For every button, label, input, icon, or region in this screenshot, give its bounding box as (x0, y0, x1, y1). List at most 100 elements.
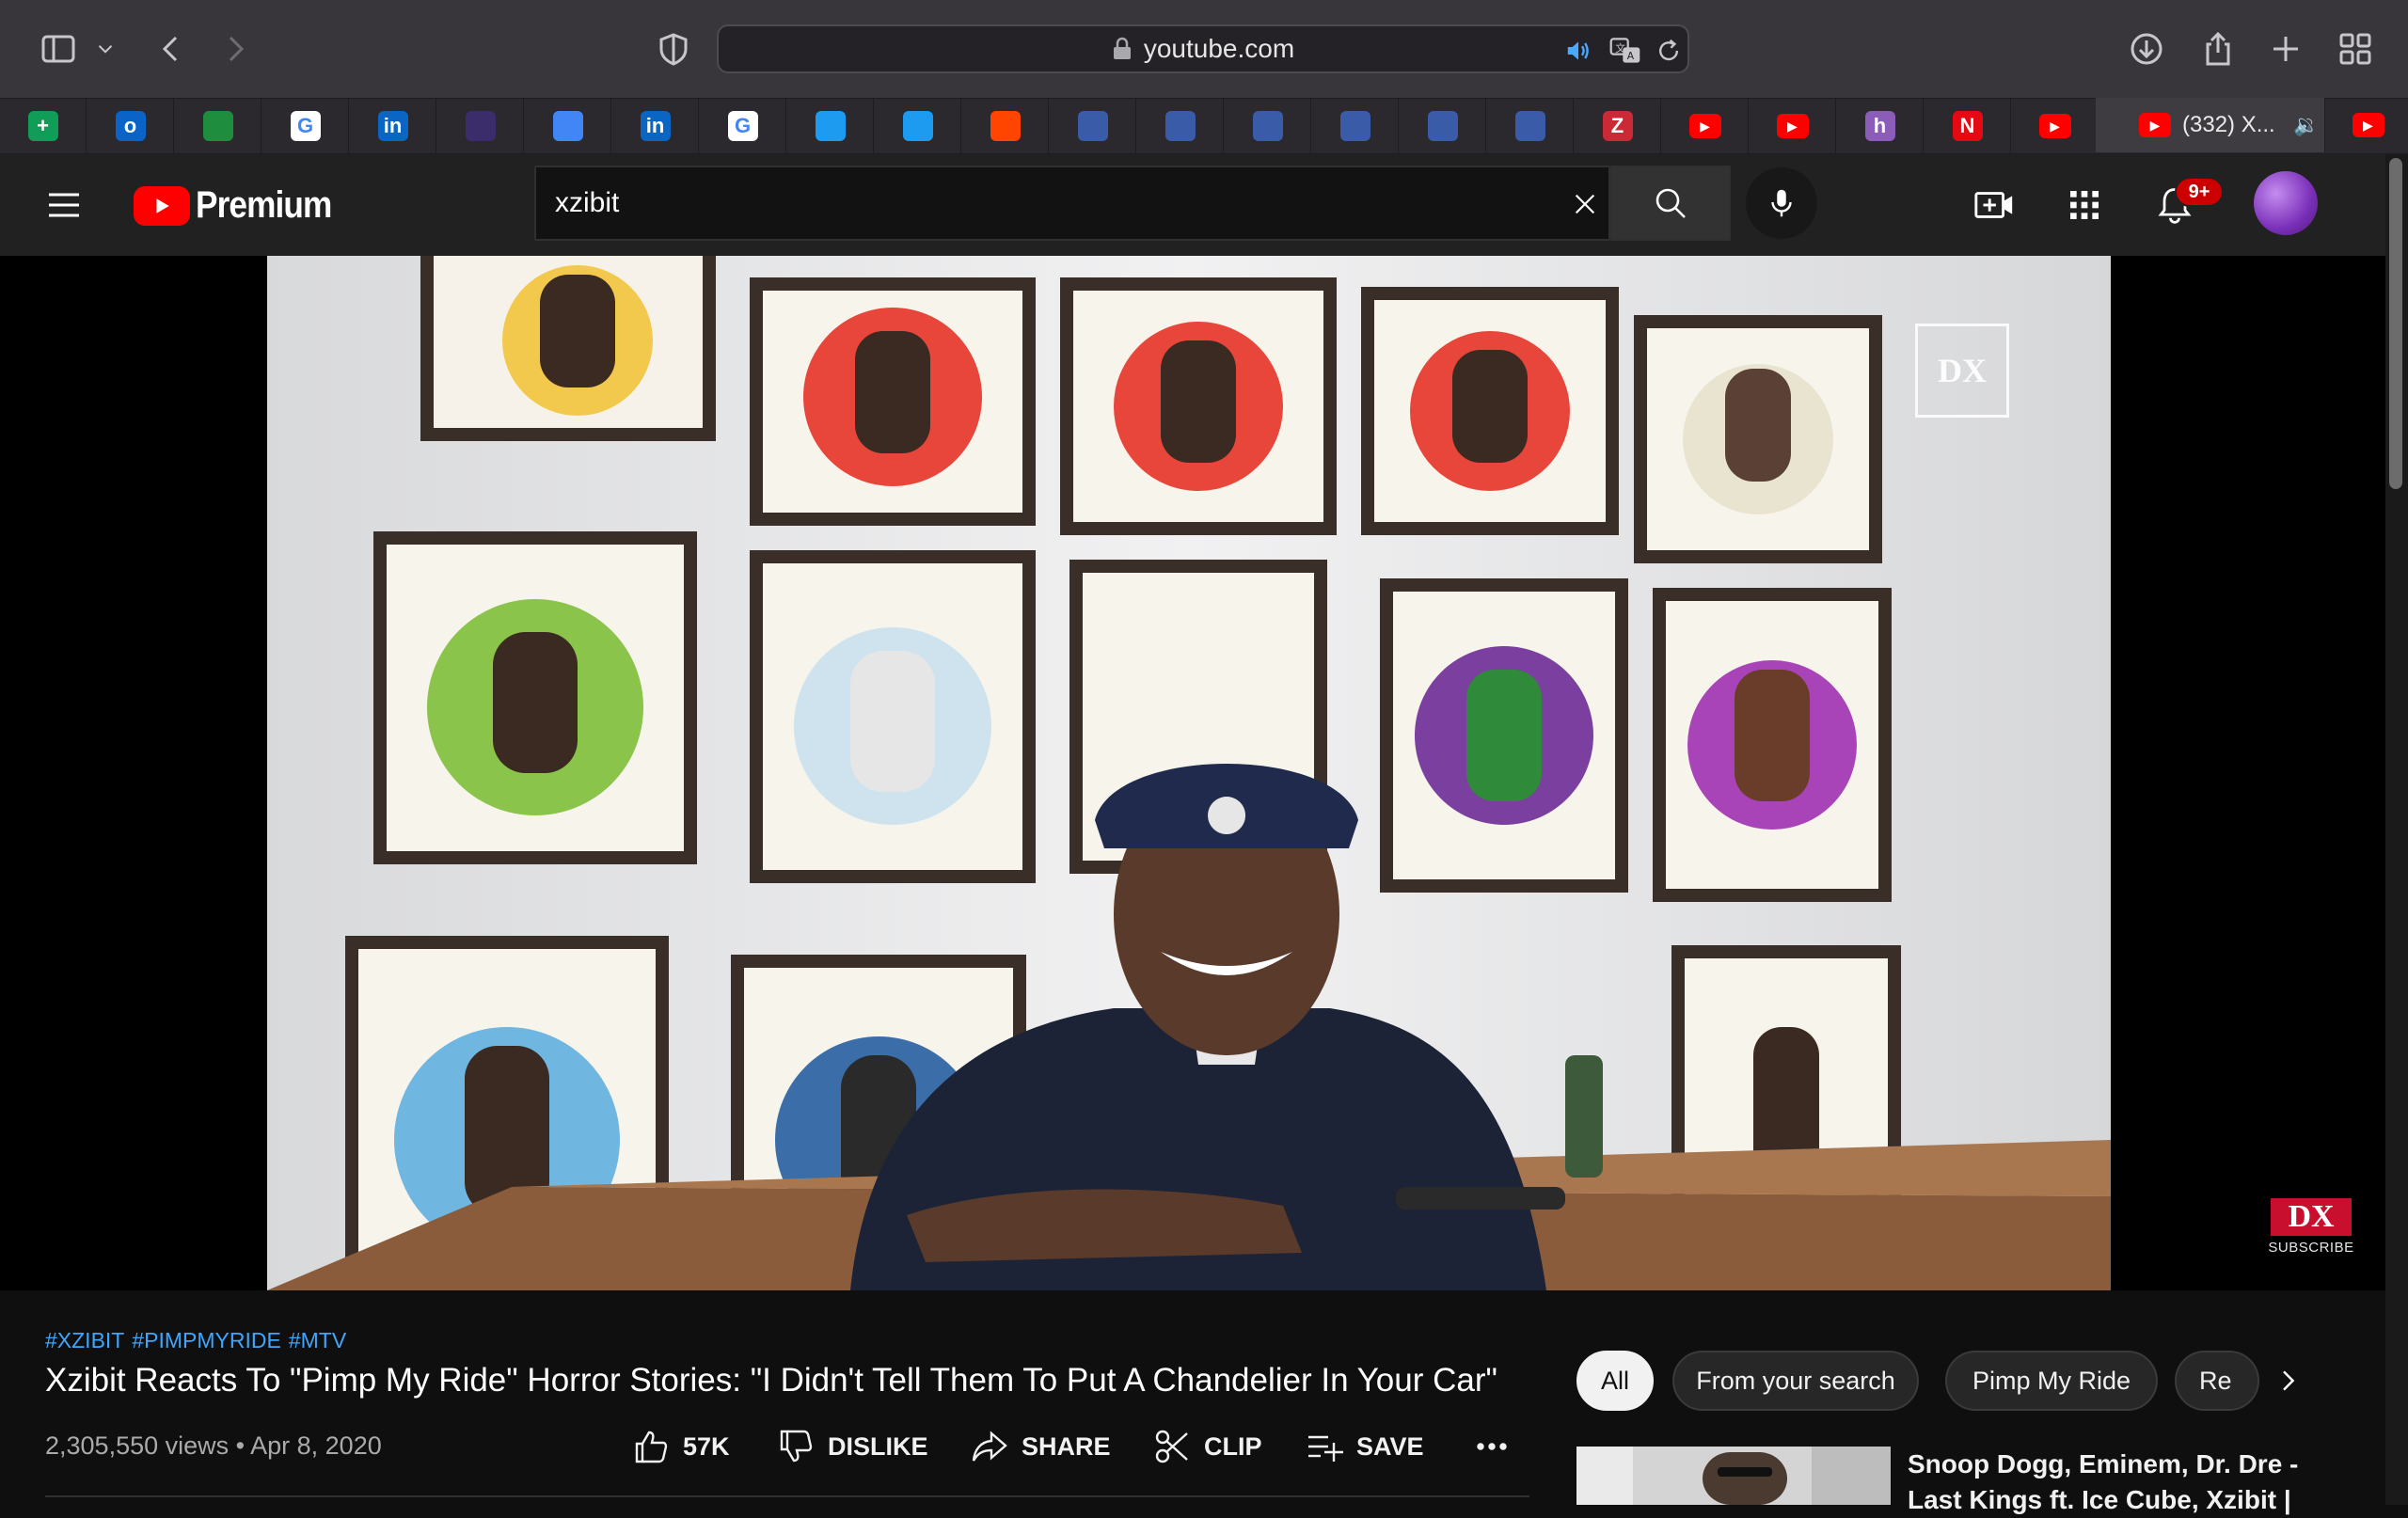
pinned-tab[interactable] (962, 99, 1049, 153)
pinned-tab[interactable] (1400, 99, 1486, 153)
pinned-tab[interactable]: N (1925, 99, 2011, 153)
thumbs-down-icon (780, 1430, 813, 1463)
tab-audio-icon[interactable]: 🔉 (2293, 113, 2319, 137)
dislike-label: DISLIKE (828, 1431, 928, 1461)
new-tab-icon[interactable] (2263, 26, 2308, 71)
branding-subscribe-button[interactable]: DX SUBSCRIBE (2268, 1198, 2354, 1262)
account-avatar[interactable] (2254, 171, 2318, 235)
pinned-tab[interactable]: ▶ (1750, 99, 1836, 153)
pinned-tab[interactable]: ▶ (2012, 99, 2099, 153)
dislike-button[interactable]: DISLIKE (777, 1420, 928, 1473)
reddit-icon (990, 111, 1021, 141)
video-frame[interactable] (267, 256, 2111, 1290)
clip-button[interactable]: CLIP (1153, 1420, 1262, 1473)
hashtag-link[interactable]: #XZIBIT (45, 1328, 124, 1352)
pinned-tab[interactable]: in (350, 99, 436, 153)
chevron-down-icon[interactable] (87, 26, 124, 71)
tab-overview-icon[interactable] (2333, 26, 2378, 71)
save-button[interactable]: SAVE (1306, 1420, 1424, 1473)
pinned-tab[interactable]: ▶ (1662, 99, 1749, 153)
like-button[interactable]: 57K (632, 1420, 730, 1473)
google-docs-icon (552, 111, 583, 141)
generic-page-icon (1339, 111, 1370, 141)
logo-text: Premium (196, 184, 332, 226)
hamburger-icon (49, 193, 79, 217)
pinned-tab[interactable] (437, 99, 524, 153)
generic-page-icon (1514, 111, 1545, 141)
svg-text:文: 文 (1615, 42, 1625, 55)
reload-icon[interactable] (1654, 36, 1684, 71)
pinned-tab[interactable] (1050, 99, 1136, 153)
audio-playing-icon[interactable] (1563, 36, 1593, 71)
more-actions-button[interactable] (1473, 1420, 1524, 1473)
hashtag-link[interactable]: #MTV (289, 1328, 346, 1352)
search-input[interactable] (555, 182, 1496, 224)
pinned-tab[interactable]: h (1837, 99, 1924, 153)
pinned-tab[interactable] (1225, 99, 1311, 153)
video-title: Xzibit Reacts To "Pimp My Ride" Horror S… (45, 1362, 1497, 1399)
pinned-tab[interactable] (1312, 99, 1399, 153)
chips-next-button[interactable] (2261, 1351, 2314, 1411)
sidebar-toggle-icon[interactable] (36, 26, 81, 71)
privacy-shield-icon[interactable] (651, 26, 696, 71)
pinned-tab[interactable]: o (87, 99, 174, 153)
create-video-button[interactable] (1968, 179, 2020, 231)
netflix-icon: N (1952, 111, 1983, 141)
hashtag-link[interactable]: #PIMPMYRIDE (132, 1328, 280, 1352)
browser-toolbar: youtube.com 文A (0, 0, 2408, 98)
pinned-tab[interactable]: G (262, 99, 349, 153)
chip-pimp-my-ride[interactable]: Pimp My Ride (1945, 1351, 2158, 1411)
share-button[interactable]: SHARE (971, 1420, 1111, 1473)
lock-icon (1113, 37, 1131, 59)
generic-page-icon (1252, 111, 1283, 141)
back-icon[interactable] (149, 26, 194, 71)
chip-from-your-search[interactable]: From your search (1672, 1351, 1919, 1411)
youtube-icon: ▶ (2352, 113, 2384, 137)
translate-icon[interactable]: 文A (1608, 34, 1642, 72)
more-horizontal-icon (1477, 1443, 1507, 1450)
youtube-premium-logo[interactable]: Premium (134, 184, 350, 227)
channel-watermark[interactable]: DX (1915, 324, 2009, 418)
pinned-tab[interactable] (875, 99, 961, 153)
tab-youtube-active[interactable]: ▶ (332) X... 🔉 (2096, 98, 2325, 152)
google-icon: G (290, 111, 321, 141)
search-icon (1656, 188, 1686, 218)
apps-grid-icon (2070, 191, 2099, 219)
tab-title: (332) X... (2182, 112, 2275, 137)
pinned-tab[interactable]: Z (1575, 99, 1661, 153)
clear-search-button[interactable] (1561, 181, 1608, 228)
chip-truncated[interactable]: Re (2175, 1351, 2259, 1411)
pinned-tab-youtube[interactable]: ▶ (2325, 98, 2408, 152)
downloads-icon[interactable] (2124, 26, 2169, 71)
address-bar[interactable]: youtube.com 文A (717, 24, 1689, 73)
pinned-tab[interactable] (175, 99, 261, 153)
share-icon[interactable] (2195, 26, 2241, 71)
pinned-tab[interactable]: + (0, 99, 87, 153)
scrollbar-thumb[interactable] (2389, 158, 2402, 489)
chip-all[interactable]: All (1576, 1351, 1654, 1411)
search-box (534, 166, 1610, 241)
forward-icon[interactable] (213, 26, 258, 71)
pinned-tab[interactable] (787, 99, 874, 153)
chevron-right-icon (2283, 1370, 2295, 1391)
pinned-tab[interactable]: in (612, 99, 699, 153)
pinned-tab[interactable] (525, 99, 611, 153)
channel-logo: DX (2271, 1198, 2352, 1236)
thumbs-up-icon (635, 1431, 668, 1463)
youtube-masthead: Premium (0, 154, 2385, 256)
search-button[interactable] (1610, 166, 1731, 241)
related-video-thumbnail[interactable] (1576, 1447, 1891, 1505)
pinned-tab[interactable] (1137, 99, 1224, 153)
pinned-tab[interactable] (1487, 99, 1574, 153)
subscribe-label: SUBSCRIBE (2268, 1240, 2354, 1256)
generic-page-icon (1077, 111, 1108, 141)
pinned-tab[interactable]: G (700, 99, 786, 153)
apps-button[interactable] (2058, 179, 2111, 231)
youtube-icon: ▶ (1688, 114, 1721, 138)
guide-menu-button[interactable] (41, 182, 87, 228)
voice-search-button[interactable] (1746, 167, 1817, 239)
hashtags: #XZIBIT #PIMPMYRIDE #MTV (45, 1328, 354, 1353)
related-video-title[interactable]: Snoop Dogg, Eminem, Dr. Dre - Last Kings… (1908, 1447, 2359, 1518)
twitter-icon (815, 111, 846, 141)
classroom-icon (202, 111, 233, 141)
